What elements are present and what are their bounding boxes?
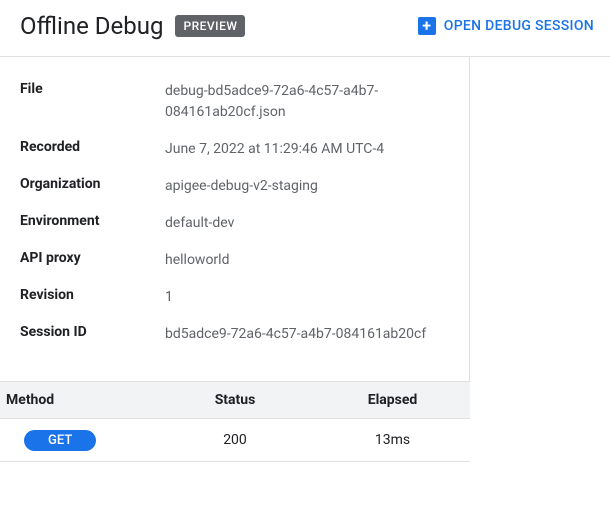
cell-method: GET — [0, 429, 155, 451]
plus-icon: + — [418, 17, 436, 35]
col-header-status[interactable]: Status — [155, 392, 315, 408]
file-label: File — [20, 81, 165, 97]
detail-row-revision: Revision 1 — [20, 287, 449, 308]
recorded-value: June 7, 2022 at 11:29:46 AM UTC-4 — [165, 139, 384, 160]
env-label: Environment — [20, 213, 165, 229]
vertical-divider — [469, 57, 470, 381]
recorded-label: Recorded — [20, 139, 165, 155]
cell-elapsed: 13ms — [315, 432, 470, 448]
org-value: apigee-debug-v2-staging — [165, 176, 318, 197]
detail-row-recorded: Recorded June 7, 2022 at 11:29:46 AM UTC… — [20, 139, 449, 160]
env-value: default-dev — [165, 213, 234, 234]
transactions-table: Method Status Elapsed GET 200 13ms — [0, 381, 470, 462]
revision-value: 1 — [165, 287, 173, 308]
table-header-row: Method Status Elapsed — [0, 381, 470, 419]
detail-row-proxy: API proxy helloworld — [20, 250, 449, 271]
page-title: Offline Debug — [20, 12, 163, 40]
col-header-elapsed[interactable]: Elapsed — [315, 392, 470, 408]
cell-status: 200 — [155, 432, 315, 448]
method-pill: GET — [24, 430, 96, 451]
detail-row-env: Environment default-dev — [20, 213, 449, 234]
revision-label: Revision — [20, 287, 165, 303]
content-wrapper: File debug-bd5adce9-72a6-4c57-a4b7-08416… — [0, 57, 610, 381]
file-value: debug-bd5adce9-72a6-4c57-a4b7-084161ab20… — [165, 81, 449, 123]
detail-row-org: Organization apigee-debug-v2-staging — [20, 176, 449, 197]
preview-badge: PREVIEW — [175, 15, 245, 37]
proxy-value: helloworld — [165, 250, 229, 271]
session-label: Session ID — [20, 324, 165, 340]
proxy-label: API proxy — [20, 250, 165, 266]
open-session-label: OPEN DEBUG SESSION — [444, 18, 594, 34]
org-label: Organization — [20, 176, 165, 192]
col-header-method[interactable]: Method — [0, 392, 155, 408]
page-header: Offline Debug PREVIEW + OPEN DEBUG SESSI… — [0, 0, 610, 56]
session-details: File debug-bd5adce9-72a6-4c57-a4b7-08416… — [0, 57, 469, 381]
open-debug-session-button[interactable]: + OPEN DEBUG SESSION — [418, 17, 594, 35]
detail-row-file: File debug-bd5adce9-72a6-4c57-a4b7-08416… — [20, 81, 449, 123]
table-row[interactable]: GET 200 13ms — [0, 419, 470, 462]
session-value: bd5adce9-72a6-4c57-a4b7-084161ab20cf — [165, 324, 426, 345]
detail-row-session: Session ID bd5adce9-72a6-4c57-a4b7-08416… — [20, 324, 449, 345]
header-left: Offline Debug PREVIEW — [20, 12, 245, 40]
